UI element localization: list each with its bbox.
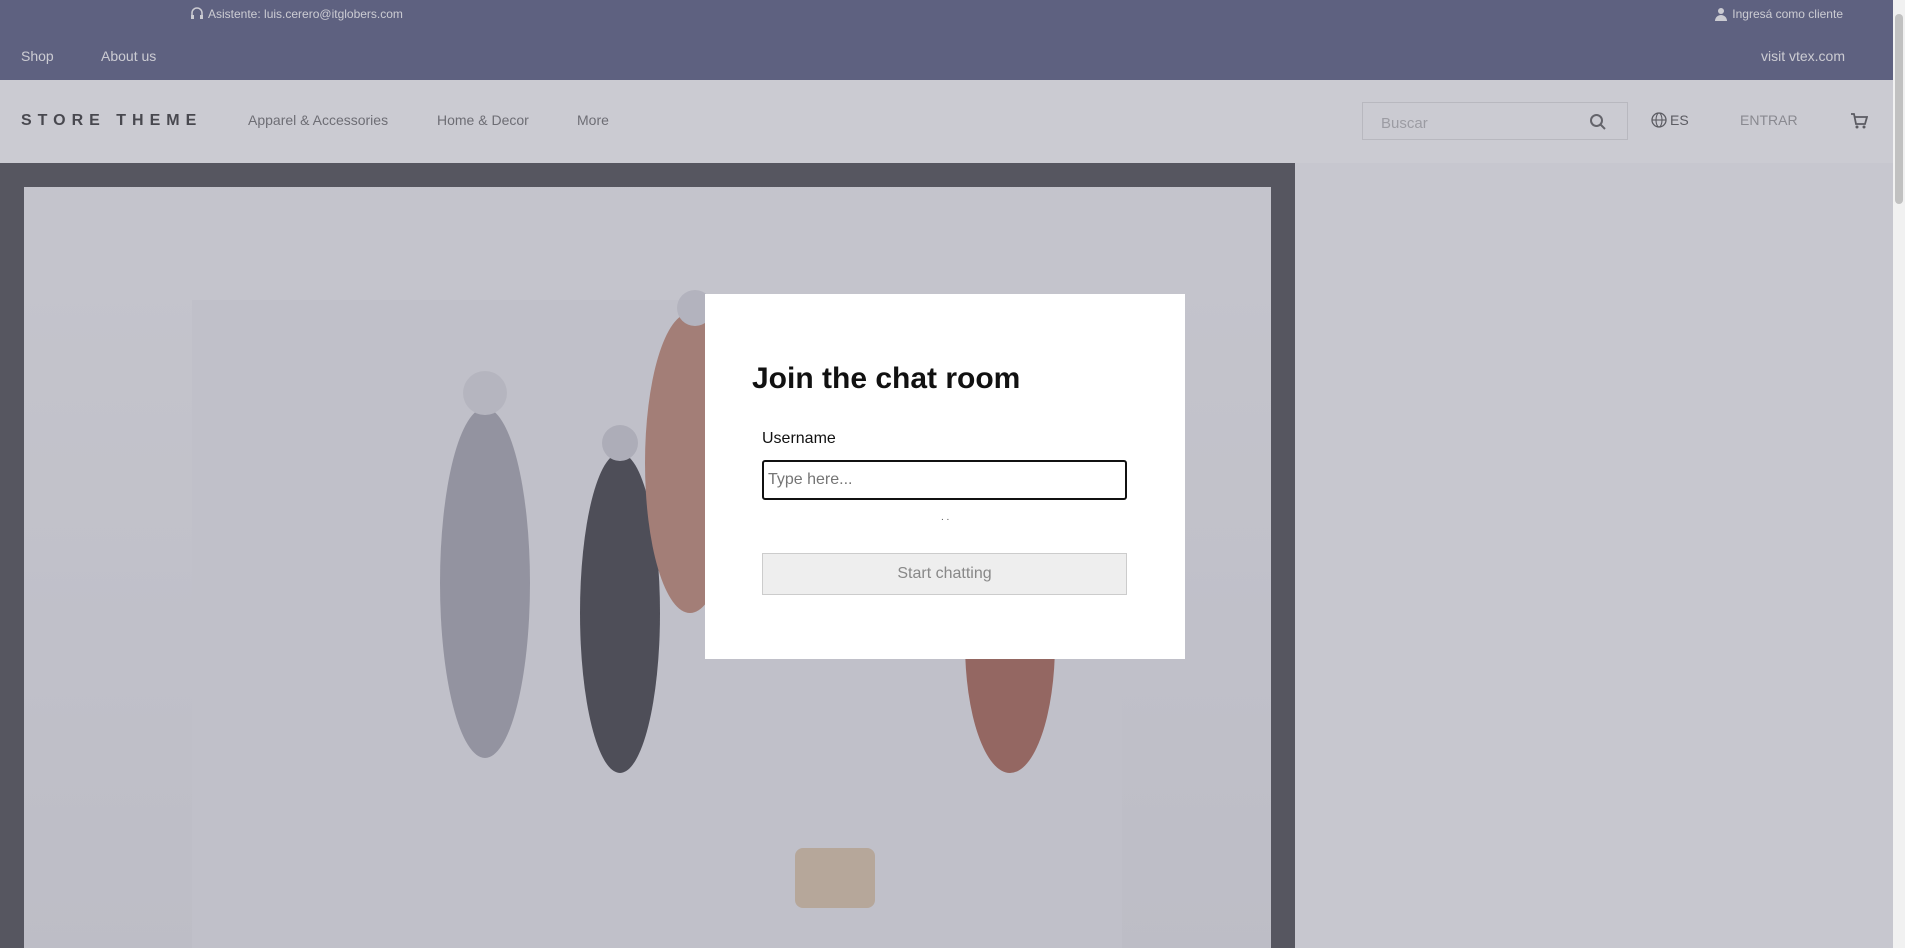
join-chat-modal: Join the chat room Username . . Start ch…	[705, 294, 1185, 659]
page-scrollbar[interactable]	[1893, 0, 1905, 948]
username-label: Username	[762, 430, 836, 447]
start-chatting-button[interactable]: Start chatting	[762, 553, 1127, 595]
loading-indicator: . .	[941, 512, 950, 523]
username-input[interactable]	[762, 460, 1127, 500]
modal-title: Join the chat room	[752, 362, 1021, 395]
scrollbar-thumb[interactable]	[1895, 14, 1903, 204]
